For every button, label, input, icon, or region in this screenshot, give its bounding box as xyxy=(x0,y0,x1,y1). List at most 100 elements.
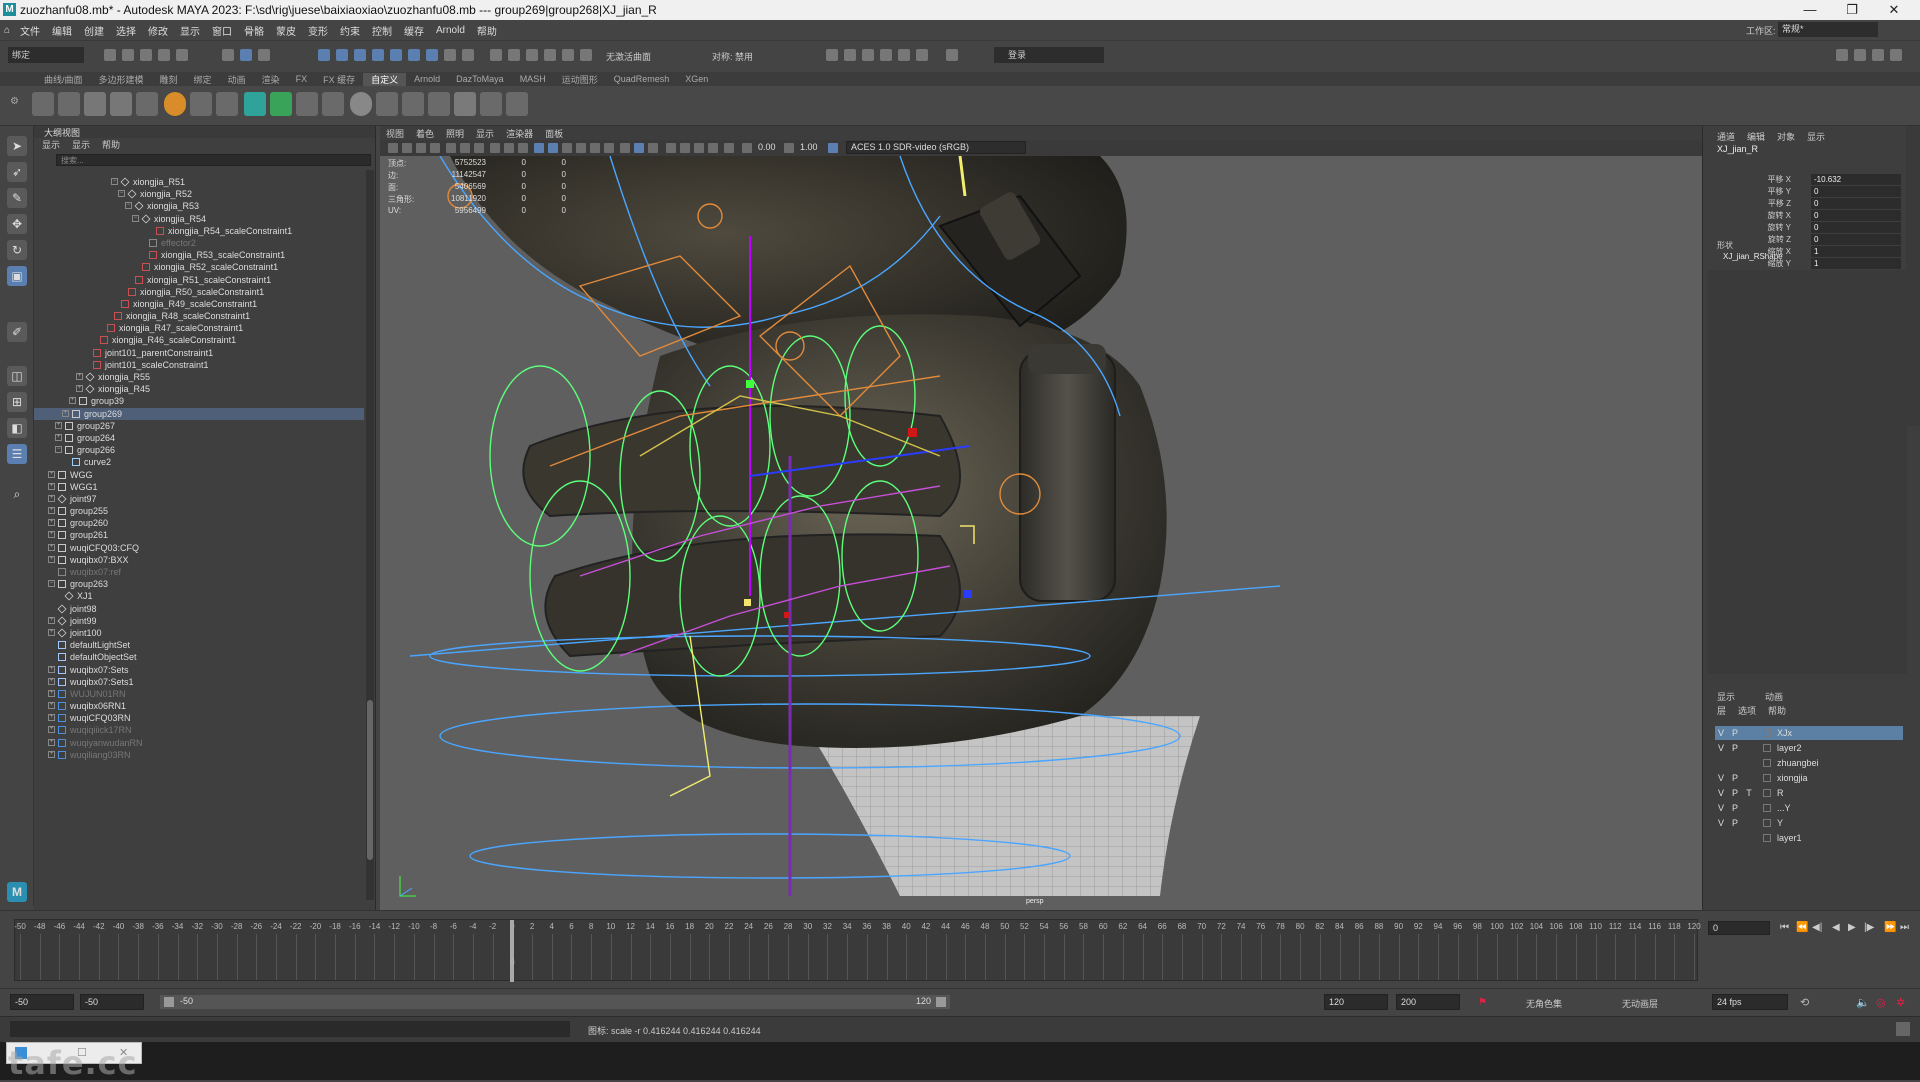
viewport-panel[interactable]: 视图 着色 照明 显示 渲染器 面板 0.00 1.00 ACES 1.0 SD… xyxy=(380,126,1702,910)
anti-aliasing-icon[interactable] xyxy=(708,143,718,153)
mask-dynamic-icon[interactable] xyxy=(408,49,420,61)
snap-point-icon[interactable] xyxy=(526,49,538,61)
playhead[interactable] xyxy=(510,920,515,982)
layer-menu-layers[interactable]: 层 xyxy=(1717,704,1726,717)
outliner-item[interactable]: + WGG xyxy=(34,469,364,481)
outliner-item[interactable]: + WUJUN01RN xyxy=(34,688,364,700)
menu-skin[interactable]: 蒙皮 xyxy=(270,23,302,38)
layer-row[interactable]: layer1 xyxy=(1715,831,1903,845)
expand-icon[interactable]: + xyxy=(48,714,55,722)
channel-box-toggle-icon[interactable] xyxy=(1890,49,1902,61)
expand-icon[interactable]: + xyxy=(48,616,55,624)
vp-menu-renderer[interactable]: 渲染器 xyxy=(506,127,533,140)
mask-curve-icon[interactable] xyxy=(354,49,366,61)
collapse-icon[interactable]: − xyxy=(132,214,139,222)
anim-layer-dropdown[interactable]: 无动画层 xyxy=(1622,997,1658,1010)
expand-icon[interactable]: + xyxy=(48,677,55,685)
menu-create[interactable]: 创建 xyxy=(78,23,110,38)
outliner-search-input[interactable]: 搜索... xyxy=(56,154,371,166)
ik-handle-icon[interactable] xyxy=(58,92,80,116)
parent-icon[interactable] xyxy=(480,92,502,116)
expand-icon[interactable]: + xyxy=(55,421,62,429)
layer-row[interactable]: V P XJx xyxy=(1715,726,1903,740)
shelf-tab[interactable]: 绑定 xyxy=(186,73,220,86)
outliner-item[interactable]: + joint99 xyxy=(34,615,364,627)
expand-icon[interactable]: + xyxy=(48,482,55,490)
default-material-icon[interactable] xyxy=(562,143,572,153)
layer-color-swatch[interactable] xyxy=(1763,819,1771,827)
two-view-icon[interactable]: ◧ xyxy=(7,418,27,438)
outliner-item[interactable]: − xiongjia_R54 xyxy=(34,213,364,225)
range-slider-start-handle[interactable] xyxy=(164,997,174,1007)
light-editor-icon[interactable] xyxy=(916,49,928,61)
textured-icon[interactable] xyxy=(590,143,600,153)
expand-icon[interactable]: + xyxy=(48,665,55,673)
outliner-item[interactable]: + group39 xyxy=(34,395,364,407)
expand-icon[interactable]: + xyxy=(48,531,55,539)
outliner-item[interactable]: + group264 xyxy=(34,432,364,444)
auto-key-icon[interactable]: ⚑ xyxy=(1478,997,1487,1008)
layer-color-swatch[interactable] xyxy=(1763,759,1771,767)
colorspace-dropdown[interactable]: ACES 1.0 SDR-video (sRGB) xyxy=(846,141,1026,154)
bookmark-icon[interactable] xyxy=(416,143,426,153)
shelf-tab[interactable]: 渲染 xyxy=(254,73,288,86)
step-forward-frame-icon[interactable]: |▶ xyxy=(1864,922,1874,933)
outliner-item[interactable]: effector2 xyxy=(34,237,364,249)
layer-menu-options[interactable]: 选项 xyxy=(1738,704,1756,717)
outliner-item[interactable]: + wuqiCFQ03:CFQ xyxy=(34,542,364,554)
gamma-value[interactable]: 1.00 xyxy=(800,142,818,152)
attribute-value-field[interactable]: 1 xyxy=(1811,246,1901,257)
pause-viewport-icon[interactable] xyxy=(946,49,958,61)
outliner-item[interactable]: defaultLightSet xyxy=(34,639,364,651)
expand-icon[interactable]: + xyxy=(48,555,55,563)
ambient-occlusion-icon[interactable] xyxy=(680,143,690,153)
outliner-item[interactable]: xiongjia_R50_scaleConstraint1 xyxy=(34,286,364,298)
lasso-tool-icon[interactable]: ➶ xyxy=(7,162,27,182)
outliner-item[interactable]: xiongjia_R54_scaleConstraint1 xyxy=(34,225,364,237)
color-picker-icon[interactable] xyxy=(454,92,476,116)
menu-display[interactable]: 显示 xyxy=(174,23,206,38)
maximize-button[interactable]: ❐ xyxy=(1832,0,1872,20)
layer-row[interactable]: V P ...Y xyxy=(1715,801,1903,815)
current-frame-field[interactable]: 0 xyxy=(1708,921,1770,935)
cb-menu-edit[interactable]: 编辑 xyxy=(1747,130,1765,142)
outliner-item[interactable]: xiongjia_R52_scaleConstraint1 xyxy=(34,261,364,273)
expand-icon[interactable]: + xyxy=(48,507,55,515)
mirror-icon[interactable] xyxy=(376,92,398,116)
collapse-icon[interactable]: − xyxy=(111,178,118,185)
camera-select-icon[interactable] xyxy=(388,143,398,153)
shelf-tab[interactable]: FX xyxy=(288,74,316,84)
mask-handle-icon[interactable] xyxy=(318,49,330,61)
gate-mask-icon[interactable] xyxy=(490,143,500,153)
outliner-item[interactable]: + group261 xyxy=(34,529,364,541)
snap-rotate-icon[interactable] xyxy=(580,49,592,61)
character-set-dropdown[interactable]: 无角色集 xyxy=(1526,997,1562,1010)
camera-attr-icon[interactable] xyxy=(402,143,412,153)
shelf-tab[interactable]: 多边形建模 xyxy=(91,73,152,86)
four-view-icon[interactable]: ⊞ xyxy=(7,392,27,412)
smooth-shade-icon[interactable] xyxy=(548,143,558,153)
step-back-frame-icon[interactable]: ◀| xyxy=(1812,922,1822,933)
menu-constrain[interactable]: 约束 xyxy=(334,23,366,38)
expand-icon[interactable]: + xyxy=(48,702,55,710)
layer-playback-toggle[interactable]: P xyxy=(1729,801,1741,815)
outliner-item[interactable]: xiongjia_R51_scaleConstraint1 xyxy=(34,274,364,286)
mel-input[interactable] xyxy=(10,1021,570,1037)
attribute-row[interactable]: 旋转 Y 0 xyxy=(1703,222,1903,234)
move-tool-icon[interactable]: ✥ xyxy=(7,214,27,234)
layer-visibility-toggle[interactable]: V xyxy=(1715,726,1727,740)
outliner-item[interactable]: xiongjia_R48_scaleConstraint1 xyxy=(34,310,364,322)
skull-icon[interactable] xyxy=(216,92,238,116)
shelf-tab[interactable]: FX 缓存 xyxy=(315,73,363,86)
outliner-item[interactable]: + group269 xyxy=(34,407,364,420)
outliner-item[interactable]: + wuqiCFQ03RN xyxy=(34,712,364,724)
layer-row[interactable]: V Player2 xyxy=(1715,741,1903,755)
wireframe-icon[interactable] xyxy=(534,143,544,153)
outliner-item[interactable]: xiongjia_R47_scaleConstraint1 xyxy=(34,322,364,334)
expand-icon[interactable]: + xyxy=(76,385,83,393)
select-tool-icon[interactable]: ➤ xyxy=(7,136,27,156)
scene-end-field[interactable]: 200 xyxy=(1396,994,1460,1010)
safe-action-icon[interactable] xyxy=(518,143,528,153)
shelf-tab[interactable]: XGen xyxy=(677,74,716,84)
render-settings-icon[interactable] xyxy=(862,49,874,61)
